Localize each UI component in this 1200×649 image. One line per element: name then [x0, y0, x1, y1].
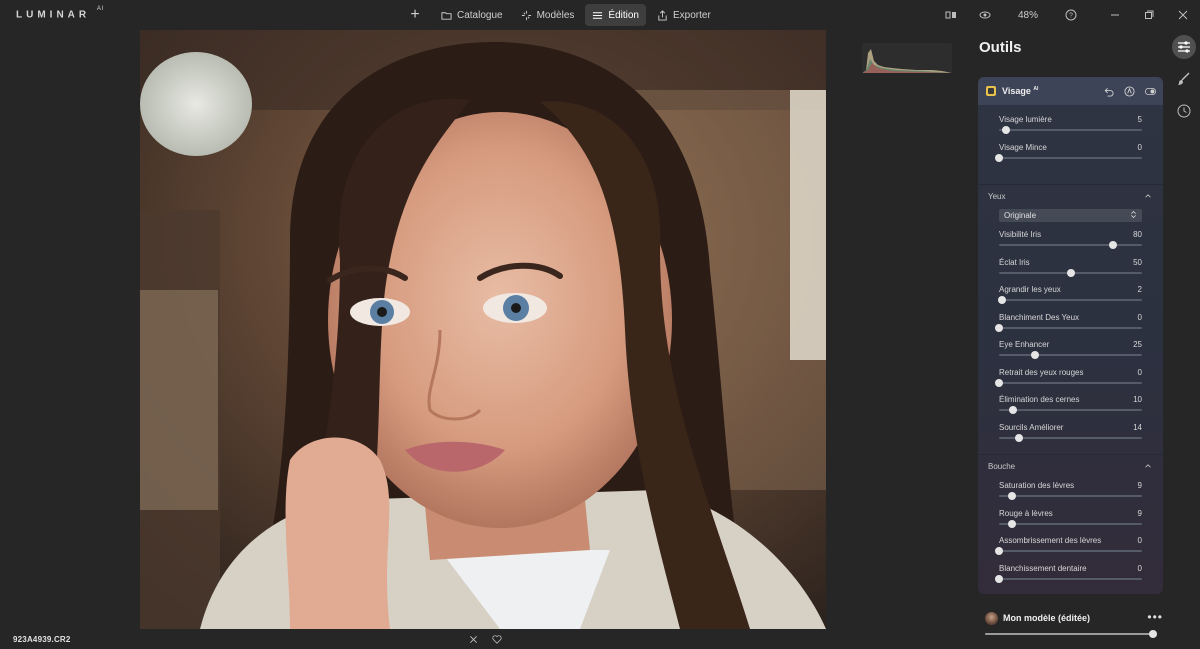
slider-track[interactable]	[999, 406, 1142, 414]
slider-thumb[interactable]	[997, 296, 1006, 304]
slider-thumb[interactable]	[995, 378, 1003, 387]
tab-exporter[interactable]: Exporter	[650, 4, 718, 26]
tool-header[interactable]: Visage AI	[978, 77, 1163, 105]
slider-track[interactable]	[999, 268, 1142, 277]
eyes-section-header[interactable]: Yeux	[978, 185, 1163, 207]
face-ai-tool-panel: Visage AI Visage lumière 5 Visage Mince …	[978, 77, 1163, 594]
compare-icon[interactable]	[934, 0, 968, 30]
share-icon	[658, 9, 667, 21]
slider-track[interactable]	[999, 433, 1142, 442]
slider-track[interactable]	[999, 351, 1142, 359]
slider-thumb[interactable]	[995, 547, 1003, 555]
tab-catalogue[interactable]: Catalogue	[434, 4, 510, 26]
slider-thumb[interactable]	[995, 153, 1003, 162]
slider-agrandir-yeux[interactable]: Agrandir les yeux 2	[978, 281, 1163, 309]
slider-track[interactable]	[999, 519, 1142, 528]
file-name: 923A4939.CR2	[13, 635, 71, 644]
slider-retrait-yeux-rouges[interactable]: Retrait des yeux rouges 0	[978, 364, 1163, 392]
undo-icon[interactable]	[1101, 84, 1115, 98]
tools-icon[interactable]	[1172, 35, 1196, 59]
chevron-up-icon[interactable]	[1143, 191, 1153, 201]
slider-thumb[interactable]	[1066, 268, 1075, 277]
slider-eye-enhancer[interactable]: Eye Enhancer 25	[978, 336, 1163, 364]
slider-blanchissement-dentaire[interactable]: Blanchissement dentaire 0	[978, 560, 1163, 588]
preset-name[interactable]: Mon modèle (éditée)	[1003, 613, 1090, 623]
slider-visage-lumiere[interactable]: Visage lumière 5	[978, 111, 1163, 139]
close-icon[interactable]	[1166, 0, 1200, 30]
eyes-sliders: Visibilité Iris 80 Éclat Iris 50 Agrandi…	[978, 226, 1163, 446]
minimize-icon[interactable]	[1098, 0, 1132, 30]
mouth-section-header[interactable]: Bouche	[978, 455, 1163, 477]
slider-track[interactable]	[995, 323, 1142, 332]
sparkle-icon	[521, 10, 531, 20]
slider-track[interactable]	[995, 547, 1142, 555]
tool-rail	[1172, 35, 1196, 123]
slider-track[interactable]	[995, 153, 1142, 162]
app-logo: LUMINAR AI	[16, 6, 105, 21]
more-options-icon[interactable]: •••	[1147, 610, 1163, 624]
slider-track[interactable]	[999, 126, 1142, 134]
mouth-sliders: Saturation des lèvres 9 Rouge à lèvres 9…	[978, 477, 1163, 587]
face-sliders: Visage lumière 5 Visage Mince 0	[978, 105, 1163, 166]
slider-thumb[interactable]	[995, 323, 1003, 332]
slider-track[interactable]	[995, 378, 1142, 387]
svg-text:?: ?	[1069, 13, 1073, 20]
folder-icon	[441, 11, 452, 20]
window-controls: 48% ?	[934, 0, 1200, 30]
slider-thumb[interactable]	[995, 574, 1003, 583]
slider-blanchiment-yeux[interactable]: Blanchiment Des Yeux 0	[978, 309, 1163, 337]
slider-sourcils-ameliorer[interactable]: Sourcils Améliorer 14	[978, 419, 1163, 447]
slider-thumb[interactable]	[1007, 519, 1016, 528]
slider-thumb[interactable]	[1007, 492, 1016, 500]
history-icon[interactable]	[1172, 99, 1196, 123]
slider-track[interactable]	[997, 296, 1142, 304]
slider-thumb[interactable]	[1002, 126, 1011, 134]
histogram	[862, 43, 952, 73]
tab-edition[interactable]: Édition	[585, 4, 646, 26]
eye-icon[interactable]	[968, 0, 1002, 30]
slider-eclat-iris[interactable]: Éclat Iris 50	[978, 254, 1163, 282]
panel-title: Outils	[979, 39, 1022, 56]
photo-canvas[interactable]	[140, 30, 826, 629]
slider-track[interactable]	[999, 241, 1142, 249]
slider-visibilite-iris[interactable]: Visibilité Iris 80	[978, 226, 1163, 254]
main-nav: + Catalogue Modèles Édition Exporter	[404, 4, 718, 26]
tool-title: Visage AI	[1002, 86, 1039, 96]
face-tool-icon	[986, 86, 996, 96]
slider-rouge-levres[interactable]: Rouge à lèvres 9	[978, 505, 1163, 533]
tab-modeles[interactable]: Modèles	[514, 4, 582, 26]
slider-assombrissement-levres[interactable]: Assombrissement des lèvres 0	[978, 532, 1163, 560]
ai-mask-icon[interactable]	[1122, 84, 1136, 98]
slider-thumb[interactable]	[1109, 241, 1118, 249]
portrait-image	[140, 30, 826, 629]
slider-thumb[interactable]	[1030, 351, 1039, 359]
favorite-heart-icon[interactable]	[490, 632, 504, 646]
add-icon[interactable]: +	[404, 4, 426, 26]
eyes-mode-select[interactable]: Originale	[999, 209, 1142, 222]
help-icon[interactable]: ?	[1054, 0, 1088, 30]
sliders-icon	[593, 11, 603, 19]
slider-thumb[interactable]	[1009, 406, 1018, 414]
top-bar: LUMINAR AI + Catalogue Modèles Édition E…	[0, 0, 1200, 30]
restore-icon[interactable]	[1132, 0, 1166, 30]
mouth-section: Bouche Saturation des lèvres 9 Rouge à l…	[978, 454, 1163, 587]
reject-icon[interactable]	[466, 632, 480, 646]
toggle-visibility-icon[interactable]	[1143, 84, 1157, 98]
slider-elimination-cernes[interactable]: Élimination des cernes 10	[978, 391, 1163, 419]
chevron-up-icon[interactable]	[1143, 461, 1153, 471]
zoom-level[interactable]: 48%	[1002, 10, 1054, 21]
preset-thumbnail[interactable]	[985, 612, 998, 625]
slider-track[interactable]	[999, 492, 1142, 500]
eyes-section: Yeux Originale Visibilité Iris 80 Éclat …	[978, 184, 1163, 446]
bottom-bar: 923A4939.CR2	[0, 629, 1200, 649]
slider-track[interactable]	[995, 574, 1142, 583]
updown-chevron-icon	[1130, 210, 1137, 221]
slider-visage-mince[interactable]: Visage Mince 0	[978, 139, 1163, 167]
brush-icon[interactable]	[1172, 67, 1196, 91]
slider-saturation-levres[interactable]: Saturation des lèvres 9	[978, 477, 1163, 505]
slider-thumb[interactable]	[1015, 433, 1024, 442]
